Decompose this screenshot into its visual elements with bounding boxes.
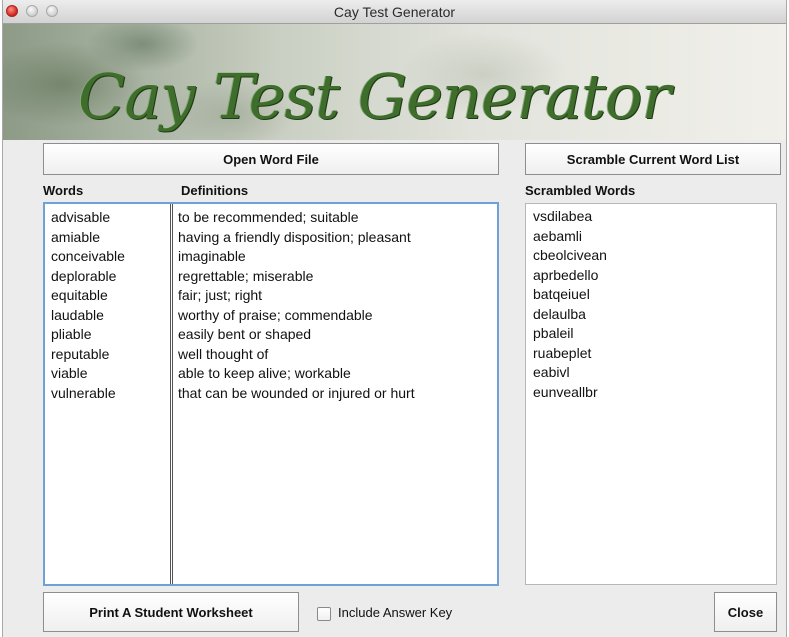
print-worksheet-button[interactable]: Print A Student Worksheet xyxy=(43,592,299,632)
word-item[interactable]: equitable xyxy=(51,286,125,306)
definition-item[interactable]: that can be wounded or injured or hurt xyxy=(178,384,415,404)
scramble-word-list-button[interactable]: Scramble Current Word List xyxy=(525,143,781,175)
words-column-label: Words xyxy=(43,183,84,198)
scrambled-word-item[interactable]: cbeolcivean xyxy=(533,246,607,266)
scrambled-words-list[interactable]: vsdilabea aebamli cbeolcivean aprbedello bat… xyxy=(533,207,607,402)
include-answer-key-label[interactable]: Include Answer Key xyxy=(338,605,452,620)
scrambled-word-item[interactable]: aprbedello xyxy=(533,266,607,286)
definition-item[interactable]: easily bent or shaped xyxy=(178,325,415,345)
definition-item[interactable]: fair; just; right xyxy=(178,286,415,306)
scrambled-word-item[interactable]: ruabeplet xyxy=(533,344,607,364)
banner-title: Cay Test Generator xyxy=(78,60,671,133)
word-definition-table[interactable]: advisable amiable conceivable deplorable equ… xyxy=(43,202,499,586)
word-item[interactable]: viable xyxy=(51,364,125,384)
word-item[interactable]: deplorable xyxy=(51,267,125,287)
definition-item[interactable]: well thought of xyxy=(178,345,415,365)
word-item[interactable]: reputable xyxy=(51,345,125,365)
header-banner: Cay Test Generator xyxy=(3,24,786,140)
definition-item[interactable]: able to keep alive; workable xyxy=(178,364,415,384)
definitions-list[interactable]: to be recommended; suitable having a frie… xyxy=(178,208,415,403)
definition-item[interactable]: imaginable xyxy=(178,247,415,267)
word-item[interactable]: vulnerable xyxy=(51,384,125,404)
title-bar: Cay Test Generator xyxy=(3,0,786,24)
scrambled-word-item[interactable]: aebamli xyxy=(533,227,607,247)
column-divider[interactable] xyxy=(170,204,173,584)
open-word-file-button[interactable]: Open Word File xyxy=(43,143,499,175)
scrambled-word-item[interactable]: vsdilabea xyxy=(533,207,607,227)
scrambled-word-item[interactable]: pbaleil xyxy=(533,324,607,344)
word-item[interactable]: advisable xyxy=(51,208,125,228)
scrambled-words-panel[interactable]: vsdilabea aebamli cbeolcivean aprbedello bat… xyxy=(525,203,777,585)
scrambled-words-label: Scrambled Words xyxy=(525,183,636,198)
words-list[interactable]: advisable amiable conceivable deplorable equ… xyxy=(51,208,125,403)
scrambled-word-item[interactable]: batqeiuel xyxy=(533,285,607,305)
definition-item[interactable]: regrettable; miserable xyxy=(178,267,415,287)
word-item[interactable]: pliable xyxy=(51,325,125,345)
scrambled-word-item[interactable]: eunveallbr xyxy=(533,383,607,403)
include-answer-key-checkbox[interactable] xyxy=(317,607,331,621)
definition-item[interactable]: having a friendly disposition; pleasant xyxy=(178,228,415,248)
scrambled-word-item[interactable]: eabivl xyxy=(533,363,607,383)
word-item[interactable]: laudable xyxy=(51,306,125,326)
word-item[interactable]: amiable xyxy=(51,228,125,248)
app-window: Cay Test Generator Cay Test Generator Op… xyxy=(2,0,787,637)
close-button[interactable]: Close xyxy=(714,592,777,632)
definitions-column-label: Definitions xyxy=(181,183,249,198)
scrambled-word-item[interactable]: delaulba xyxy=(533,305,607,325)
definition-item[interactable]: to be recommended; suitable xyxy=(178,208,415,228)
definition-item[interactable]: worthy of praise; commendable xyxy=(178,306,415,326)
window-title: Cay Test Generator xyxy=(333,4,456,20)
word-item[interactable]: conceivable xyxy=(51,247,125,267)
